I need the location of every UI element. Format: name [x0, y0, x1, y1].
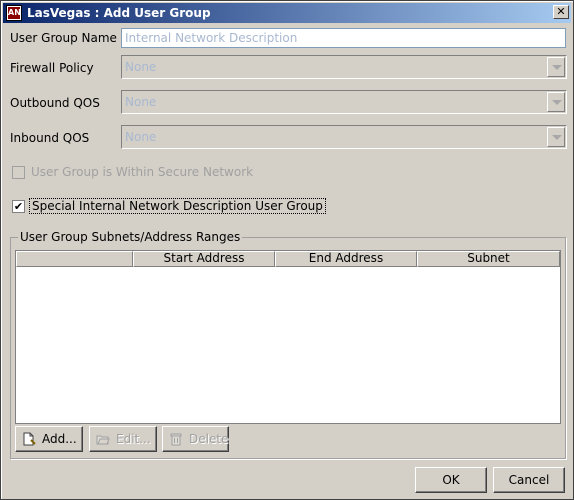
window-title: LasVegas : Add User Group [27, 6, 211, 20]
outbound-qos-select[interactable]: None [121, 90, 567, 114]
inbound-qos-dropdown-button[interactable] [547, 127, 565, 147]
subnets-table-header: Start Address End Address Subnet [16, 251, 560, 267]
secure-network-checkbox[interactable] [12, 166, 25, 179]
close-icon[interactable]: ✕ [553, 5, 569, 19]
firewall-policy-dropdown-button[interactable] [547, 57, 565, 77]
edit-button[interactable]: Edit... [89, 426, 157, 452]
chevron-down-icon [552, 135, 562, 140]
subnets-table[interactable]: Start Address End Address Subnet [15, 250, 561, 424]
app-logo-icon: AN [6, 5, 22, 21]
delete-button[interactable]: Delete [162, 426, 229, 452]
special-internal-label: Special Internal Network Description Use… [29, 198, 326, 214]
special-internal-checkbox[interactable]: ✔ [12, 200, 25, 213]
add-button-label: Add... [42, 432, 77, 446]
ok-button-label: OK [442, 473, 460, 487]
outbound-qos-label: Outbound QOS [10, 96, 100, 110]
cancel-button-label: Cancel [508, 473, 550, 487]
user-group-name-label: User Group Name [10, 31, 117, 45]
firewall-policy-select[interactable]: None [121, 55, 567, 79]
outbound-qos-dropdown-button[interactable] [547, 92, 565, 112]
add-button[interactable]: Add... [15, 426, 83, 452]
delete-button-label: Delete [189, 432, 229, 446]
inbound-qos-label: Inbound QOS [10, 131, 90, 145]
column-header-start-address[interactable]: Start Address [133, 251, 275, 267]
edit-button-label: Edit... [116, 432, 151, 446]
firewall-policy-value: None [125, 60, 157, 74]
ok-button[interactable]: OK [415, 467, 487, 493]
chevron-down-icon [552, 65, 562, 70]
checkmark-icon: ✔ [13, 200, 24, 213]
title-bar[interactable]: AN LasVegas : Add User Group ✕ [3, 3, 571, 23]
chevron-down-icon [552, 100, 562, 105]
outbound-qos-value: None [125, 95, 157, 109]
add-user-group-dialog: AN LasVegas : Add User Group ✕ User Grou… [0, 0, 574, 500]
firewall-policy-label: Firewall Policy [10, 61, 94, 75]
secure-network-label: User Group is Within Secure Network [31, 165, 254, 179]
cancel-button[interactable]: Cancel [493, 467, 565, 493]
open-folder-icon [96, 435, 110, 445]
new-document-icon [23, 432, 36, 446]
subnets-group-title: User Group Subnets/Address Ranges [18, 230, 243, 244]
trash-can-icon [170, 433, 182, 446]
column-header-subnet[interactable]: Subnet [417, 251, 560, 267]
inbound-qos-value: None [125, 130, 157, 144]
subnets-group: User Group Subnets/Address Ranges Start … [10, 230, 566, 459]
column-header-end-address[interactable]: End Address [275, 251, 417, 267]
user-group-name-field[interactable]: Internal Network Description [121, 28, 566, 48]
column-header-blank[interactable] [16, 251, 133, 267]
inbound-qos-select[interactable]: None [121, 125, 567, 149]
